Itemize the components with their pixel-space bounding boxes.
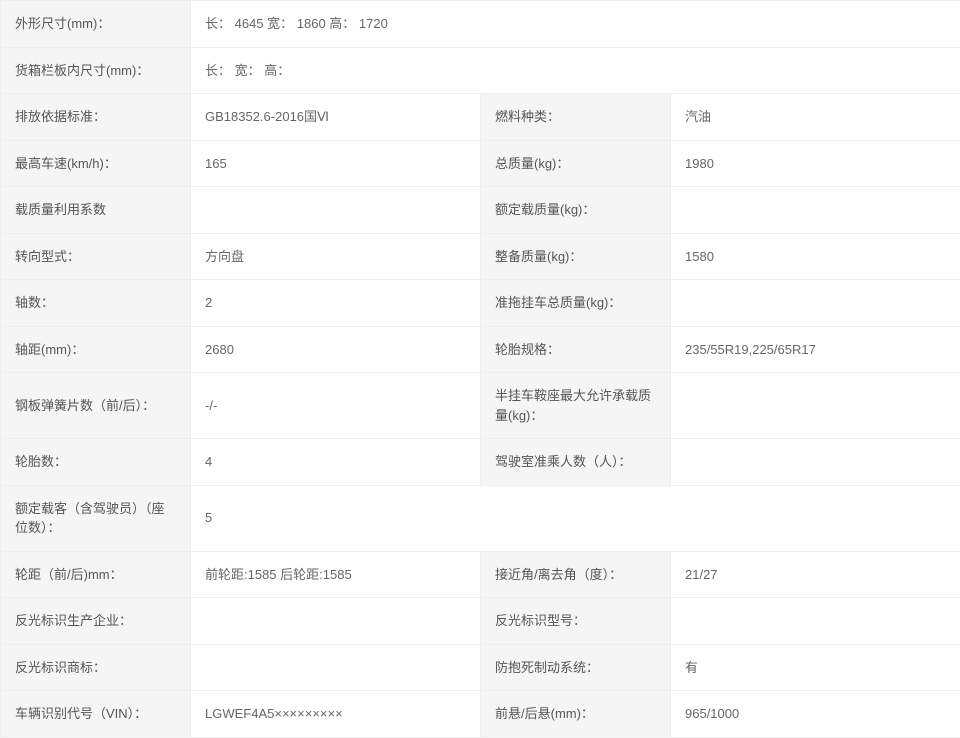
table-row: 外形尺寸(mm)： 长： 4645 宽： 1860 高： 1720 xyxy=(1,1,960,48)
rated-pax-label: 额定载客（含驾驶员）（座位数）： xyxy=(1,485,191,551)
angles-value: 21/27 xyxy=(671,551,960,598)
trailer-mass-value xyxy=(671,280,960,327)
emission-std-value: GB18352.6-2016国Ⅵ xyxy=(191,94,481,141)
tire-spec-value: 235/55R19,225/65R17 xyxy=(671,326,960,373)
tire-count-label: 轮胎数： xyxy=(1,439,191,486)
steering-value: 方向盘 xyxy=(191,233,481,280)
cargo-dim-label: 货箱栏板内尺寸(mm)： xyxy=(1,47,191,94)
refl-brand-value xyxy=(191,644,481,691)
wheelbase-value: 2680 xyxy=(191,326,481,373)
curb-mass-label: 整备质量(kg)： xyxy=(481,233,671,280)
angles-label: 接近角/离去角（度）： xyxy=(481,551,671,598)
steering-label: 转向型式： xyxy=(1,233,191,280)
rated-load-value xyxy=(671,187,960,234)
saddle-load-value xyxy=(671,373,960,439)
track-value: 前轮距:1585 后轮距:1585 xyxy=(191,551,481,598)
table-row: 转向型式： 方向盘 整备质量(kg)： 1580 xyxy=(1,233,960,280)
vin-label: 车辆识别代号（VIN）： xyxy=(1,691,191,738)
gross-mass-label: 总质量(kg)： xyxy=(481,140,671,187)
table-row: 反光标识生产企业： 反光标识型号： xyxy=(1,598,960,645)
curb-mass-value: 1580 xyxy=(671,233,960,280)
track-label: 轮距（前/后)mm： xyxy=(1,551,191,598)
dimensions-value: 长： 4645 宽： 1860 高： 1720 xyxy=(191,1,960,48)
fuel-type-value: 汽油 xyxy=(671,94,960,141)
table-row: 轮距（前/后)mm： 前轮距:1585 后轮距:1585 接近角/离去角（度）：… xyxy=(1,551,960,598)
rated-pax-value: 5 xyxy=(191,485,960,551)
max-speed-label: 最高车速(km/h)： xyxy=(1,140,191,187)
load-coef-value xyxy=(191,187,481,234)
refl-mfr-value xyxy=(191,598,481,645)
gross-mass-value: 1980 xyxy=(671,140,960,187)
table-row: 轮胎数： 4 驾驶室准乘人数（人）： xyxy=(1,439,960,486)
overhang-label: 前悬/后悬(mm)： xyxy=(481,691,671,738)
load-coef-label: 载质量利用系数 xyxy=(1,187,191,234)
refl-model-value xyxy=(671,598,960,645)
fuel-type-label: 燃料种类： xyxy=(481,94,671,141)
dimensions-label: 外形尺寸(mm)： xyxy=(1,1,191,48)
wheelbase-label: 轴距(mm)： xyxy=(1,326,191,373)
saddle-load-label: 半挂车鞍座最大允许承载质量(kg)： xyxy=(481,373,671,439)
tire-spec-label: 轮胎规格： xyxy=(481,326,671,373)
abs-label: 防抱死制动系统： xyxy=(481,644,671,691)
vehicle-spec-table: 外形尺寸(mm)： 长： 4645 宽： 1860 高： 1720 货箱栏板内尺… xyxy=(0,0,960,738)
table-row: 钢板弹簧片数（前/后）： -/- 半挂车鞍座最大允许承载质量(kg)： xyxy=(1,373,960,439)
vin-value: LGWEF4A5××××××××× xyxy=(191,691,481,738)
table-row: 最高车速(km/h)： 165 总质量(kg)： 1980 xyxy=(1,140,960,187)
table-row: 载质量利用系数 额定载质量(kg)： xyxy=(1,187,960,234)
table-row: 轴距(mm)： 2680 轮胎规格： 235/55R19,225/65R17 xyxy=(1,326,960,373)
abs-value: 有 xyxy=(671,644,960,691)
overhang-value: 965/1000 xyxy=(671,691,960,738)
table-row: 车辆识别代号（VIN）： LGWEF4A5××××××××× 前悬/后悬(mm)… xyxy=(1,691,960,738)
trailer-mass-label: 准拖挂车总质量(kg)： xyxy=(481,280,671,327)
cab-seats-value xyxy=(671,439,960,486)
cargo-dim-value: 长： 宽： 高： xyxy=(191,47,960,94)
emission-std-label: 排放依据标准： xyxy=(1,94,191,141)
leaf-spring-value: -/- xyxy=(191,373,481,439)
cab-seats-label: 驾驶室准乘人数（人）： xyxy=(481,439,671,486)
table-row: 排放依据标准： GB18352.6-2016国Ⅵ 燃料种类： 汽油 xyxy=(1,94,960,141)
refl-brand-label: 反光标识商标： xyxy=(1,644,191,691)
axles-label: 轴数： xyxy=(1,280,191,327)
max-speed-value: 165 xyxy=(191,140,481,187)
rated-load-label: 额定载质量(kg)： xyxy=(481,187,671,234)
table-row: 额定载客（含驾驶员）（座位数）： 5 xyxy=(1,485,960,551)
axles-value: 2 xyxy=(191,280,481,327)
table-row: 货箱栏板内尺寸(mm)： 长： 宽： 高： xyxy=(1,47,960,94)
tire-count-value: 4 xyxy=(191,439,481,486)
refl-model-label: 反光标识型号： xyxy=(481,598,671,645)
leaf-spring-label: 钢板弹簧片数（前/后）： xyxy=(1,373,191,439)
refl-mfr-label: 反光标识生产企业： xyxy=(1,598,191,645)
table-row: 轴数： 2 准拖挂车总质量(kg)： xyxy=(1,280,960,327)
table-row: 反光标识商标： 防抱死制动系统： 有 xyxy=(1,644,960,691)
